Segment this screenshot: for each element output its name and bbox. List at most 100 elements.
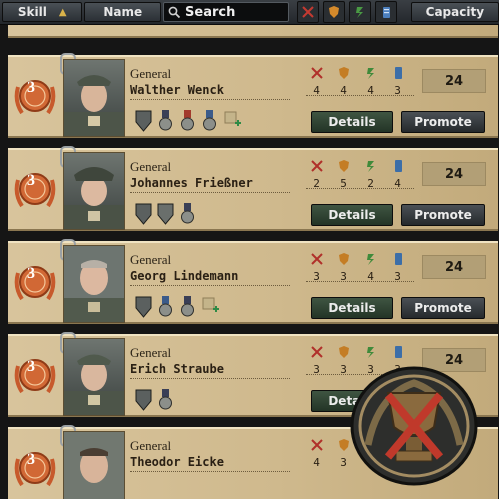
- trait-medal-icon[interactable]: [178, 202, 197, 226]
- details-button[interactable]: Details: [311, 204, 393, 226]
- sort-arrow-icon: ▲: [58, 6, 67, 18]
- rank-number: 3: [27, 451, 35, 468]
- capacity-value: 24: [422, 69, 486, 93]
- trophy-disabled-badge-icon: [350, 366, 478, 486]
- capacity-label: Capacity: [425, 5, 485, 19]
- defense-icon: [338, 346, 349, 358]
- defense-filter-icon[interactable]: [322, 1, 345, 23]
- rank-number: 3: [27, 265, 35, 282]
- divider: [130, 192, 290, 193]
- rank-number: 3: [27, 172, 35, 189]
- general-name: Georg Lindemann: [130, 269, 239, 283]
- stats-group: 4 3: [308, 437, 352, 469]
- sort-by-name-button[interactable]: Name: [84, 2, 162, 22]
- sort-by-capacity-button[interactable]: Capacity: [410, 2, 499, 22]
- general-portrait: [63, 245, 125, 323]
- divider: [306, 188, 414, 189]
- general-name: Erich Straube: [130, 362, 224, 376]
- attack-filter-icon[interactable]: [296, 1, 319, 23]
- add-trait-icon[interactable]: [200, 295, 219, 319]
- general-name: Theodor Eicke: [130, 455, 224, 469]
- stat-planning: 2: [362, 158, 379, 190]
- general-portrait: [63, 431, 125, 499]
- trait-medal-icon[interactable]: [178, 295, 197, 319]
- promote-button[interactable]: Promote: [401, 204, 485, 226]
- name-label: Name: [103, 5, 143, 19]
- planning-icon: [366, 161, 374, 172]
- logistics-icon: [394, 67, 402, 79]
- logistics-icon: [394, 160, 402, 172]
- stats-group: 4 4 4 3: [308, 65, 406, 97]
- traits-list: [134, 388, 175, 412]
- trait-shield-icon[interactable]: [134, 388, 153, 412]
- details-button[interactable]: Details: [311, 111, 393, 133]
- details-button[interactable]: Details: [311, 297, 393, 319]
- divider: [130, 378, 290, 379]
- stat-logistics: 3: [389, 65, 406, 97]
- stat-planning: 4: [362, 65, 379, 97]
- stat-planning: 4: [362, 251, 379, 283]
- logistics-filter-icon[interactable]: [374, 1, 397, 23]
- rank-number: 3: [27, 79, 35, 96]
- stat-logistics: 4: [389, 158, 406, 190]
- trait-medal-icon[interactable]: [156, 388, 175, 412]
- attack-icon: [310, 346, 323, 358]
- stat-defense: 3: [335, 251, 352, 283]
- attack-icon: [310, 67, 323, 79]
- promote-button[interactable]: Promote: [401, 111, 485, 133]
- capacity-value: 24: [422, 162, 486, 186]
- defense-icon: [338, 253, 349, 265]
- search-input[interactable]: Search: [163, 2, 289, 22]
- attack-icon: [310, 160, 323, 172]
- general-name: Johannes Frießner: [130, 176, 253, 190]
- traits-list: [134, 295, 219, 319]
- trait-shield-icon[interactable]: [134, 109, 153, 133]
- attack-icon: [310, 253, 323, 265]
- stats-group: 2 5 2 4: [308, 158, 406, 190]
- planning-filter-icon[interactable]: [348, 1, 371, 23]
- rank-title: General: [130, 159, 172, 174]
- rank-number: 3: [27, 358, 35, 375]
- stat-attack: 3: [308, 251, 325, 283]
- capacity-value: 24: [422, 255, 486, 279]
- trait-medal-icon[interactable]: [200, 109, 219, 133]
- traits-list: [134, 109, 241, 133]
- trait-shield-icon[interactable]: [156, 202, 175, 226]
- planning-icon: [366, 347, 374, 358]
- search-icon: [168, 6, 181, 18]
- defense-icon: [338, 67, 349, 79]
- add-trait-icon[interactable]: [222, 109, 241, 133]
- planning-icon: [366, 68, 374, 79]
- defense-icon: [338, 160, 349, 172]
- divider: [130, 99, 290, 100]
- general-portrait: [63, 59, 125, 137]
- sort-by-skill-button[interactable]: Skill ▲: [2, 2, 83, 22]
- attack-icon: [310, 439, 323, 451]
- stat-logistics: 3: [389, 251, 406, 283]
- divider: [306, 281, 414, 282]
- divider: [130, 285, 290, 286]
- stat-attack: 4: [308, 65, 325, 97]
- list-item-partial: [8, 25, 498, 38]
- toolbar: Skill ▲ Name Search Capacity: [0, 0, 499, 25]
- trait-shield-icon[interactable]: [134, 202, 153, 226]
- trait-medal-icon[interactable]: [156, 295, 175, 319]
- general-name: Walther Wenck: [130, 83, 224, 97]
- filter-group: [296, 1, 397, 23]
- general-portrait: [63, 338, 125, 416]
- general-card[interactable]: 3 General Walther Wenck 4 4 4 3 24 Detai…: [8, 53, 498, 138]
- stat-attack: 4: [308, 437, 325, 469]
- promote-button[interactable]: Promote: [401, 297, 485, 319]
- skill-label: Skill: [17, 5, 47, 19]
- general-card[interactable]: 3 General Johannes Frießner 2 5 2 4 24 D…: [8, 146, 498, 231]
- stat-defense: 5: [335, 158, 352, 190]
- stats-group: 3 3 4 3: [308, 251, 406, 283]
- general-card[interactable]: 3 General Georg Lindemann 3 3 4 3 24 Det…: [8, 239, 498, 324]
- divider: [130, 471, 290, 472]
- search-placeholder: Search: [185, 4, 236, 20]
- logistics-icon: [394, 253, 402, 265]
- trait-medal-icon[interactable]: [178, 109, 197, 133]
- stat-attack: 2: [308, 158, 325, 190]
- trait-shield-icon[interactable]: [134, 295, 153, 319]
- trait-medal-icon[interactable]: [156, 109, 175, 133]
